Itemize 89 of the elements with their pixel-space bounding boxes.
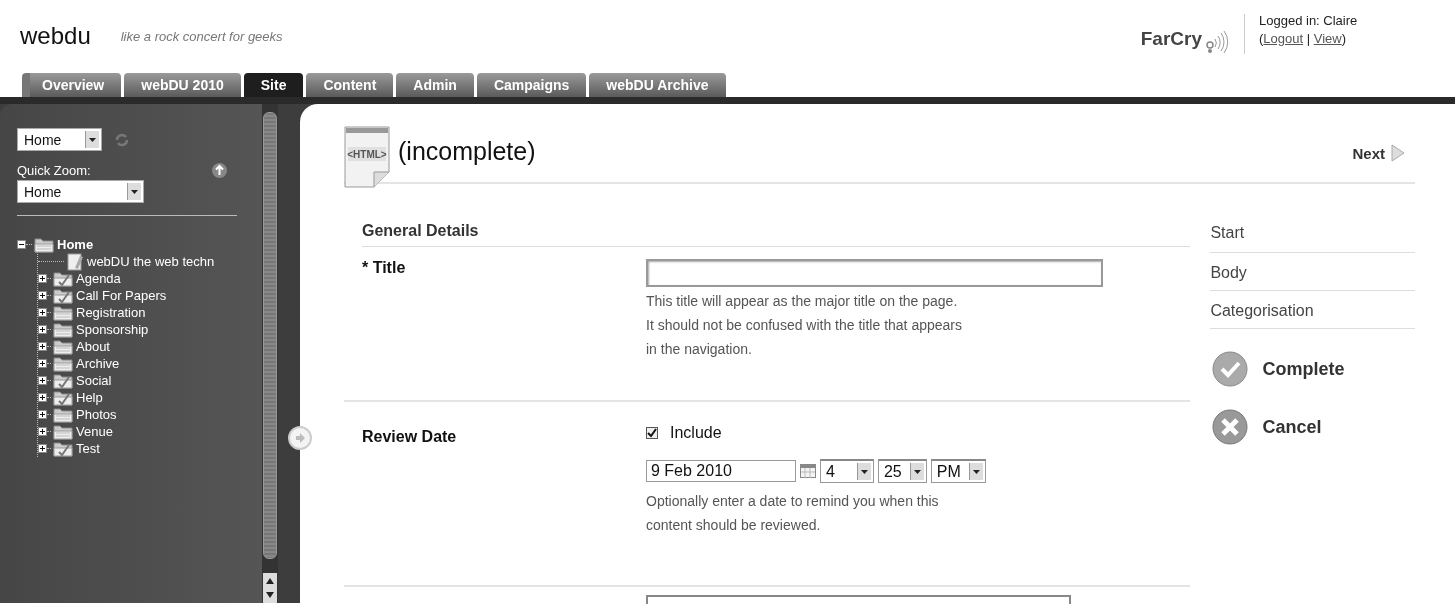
- folder-check-icon: [53, 287, 73, 304]
- expand-icon[interactable]: [38, 325, 47, 334]
- help-text: This title will appear as the major title on the page. It should not be confused with the title that appears in the navigation.: [646, 292, 963, 359]
- nav-tab[interactable]: Content: [306, 73, 394, 97]
- close-icon: [1212, 409, 1249, 445]
- folder-icon: [53, 355, 73, 372]
- tree-item[interactable]: Sponsorship: [76, 322, 149, 337]
- dropdown-caret-icon[interactable]: [127, 183, 141, 200]
- next-arrow-icon: [1391, 144, 1405, 162]
- logged-in-text: Logged in: Claire: [1259, 11, 1359, 30]
- next-button[interactable]: Next: [1352, 144, 1405, 162]
- page-title: (incomplete): [398, 137, 536, 166]
- tree-item[interactable]: Venue: [76, 424, 113, 439]
- calendar-icon[interactable]: [800, 464, 816, 478]
- collapse-icon[interactable]: [17, 240, 26, 249]
- help-text: Optionally enter a date to remind you when this content should be reviewed.: [646, 492, 940, 535]
- punctuation: ): [1341, 30, 1346, 46]
- nav-tab[interactable]: Campaigns: [476, 73, 587, 97]
- field-label: * Title: [361, 259, 407, 278]
- folder-check-icon: [53, 270, 73, 287]
- site-name[interactable]: webdu: [20, 21, 91, 50]
- punctuation: |: [1305, 30, 1312, 46]
- expand-icon[interactable]: [38, 359, 47, 368]
- wizard-step[interactable]: Categorisation: [1210, 301, 1314, 320]
- expand-icon[interactable]: [38, 410, 47, 419]
- root-select[interactable]: Home: [17, 128, 102, 151]
- tree-item[interactable]: Registration: [76, 305, 146, 320]
- folder-check-icon: [53, 389, 73, 406]
- ampm-select[interactable]: PM: [930, 459, 986, 483]
- folder-icon: [53, 304, 73, 321]
- nav-tab[interactable]: webDU 2010: [124, 73, 241, 97]
- account-link[interactable]: View: [1313, 30, 1342, 46]
- folder-check-icon: [53, 372, 73, 389]
- expand-icon[interactable]: [38, 427, 47, 436]
- complete-button[interactable]: Complete: [1212, 351, 1415, 387]
- dropdown-caret-icon[interactable]: [909, 463, 924, 480]
- expand-icon[interactable]: [38, 291, 47, 300]
- folder-icon: [53, 423, 73, 440]
- tree-item[interactable]: Social: [76, 373, 112, 388]
- checkbox-label: Include: [670, 424, 722, 442]
- account-link[interactable]: Logout: [1263, 30, 1304, 46]
- expand-icon[interactable]: [38, 308, 47, 317]
- punctuation: (: [1259, 30, 1264, 46]
- expand-icon[interactable]: [38, 376, 47, 385]
- minute-select[interactable]: 25: [877, 459, 927, 483]
- quick-zoom-label: Quick Zoom:: [17, 163, 91, 178]
- expand-icon[interactable]: [38, 274, 47, 283]
- title-input[interactable]: [646, 259, 1103, 287]
- nav-tab[interactable]: Overview: [22, 73, 122, 97]
- tree-item[interactable]: Call For Papers: [76, 288, 167, 303]
- include-checkbox[interactable]: [646, 427, 658, 439]
- logo: FarCry: [1140, 13, 1245, 54]
- wizard-step[interactable]: Start: [1210, 224, 1245, 242]
- dropdown-caret-icon[interactable]: [856, 463, 871, 480]
- cancel-button[interactable]: Cancel: [1212, 409, 1415, 445]
- tree-item[interactable]: Help: [76, 390, 103, 405]
- expand-handle[interactable]: [288, 426, 312, 450]
- dropdown-caret-icon[interactable]: [968, 463, 983, 480]
- tree-item[interactable]: Agenda: [76, 271, 121, 286]
- field-label: Review Date: [361, 428, 458, 447]
- tree-item[interactable]: Test: [76, 441, 100, 456]
- expand-icon[interactable]: [38, 444, 47, 453]
- tree-item[interactable]: Archive: [76, 356, 120, 371]
- up-arrow-icon[interactable]: [212, 163, 227, 178]
- tree-item[interactable]: About: [76, 339, 110, 354]
- expand-icon[interactable]: [38, 393, 47, 402]
- folder-icon: [53, 338, 73, 355]
- scrollbar[interactable]: [262, 104, 278, 603]
- icon-label: <HTML>: [347, 149, 387, 160]
- signal-icon: [1204, 29, 1230, 54]
- nav-tab[interactable]: Admin: [396, 73, 474, 97]
- check-icon: [1212, 351, 1249, 387]
- folder-icon: [53, 406, 73, 423]
- nav-tab[interactable]: webDU Archive: [589, 73, 726, 97]
- section-heading: General Details: [362, 222, 1191, 247]
- hour-select[interactable]: 4: [820, 459, 874, 483]
- dropdown-caret-icon[interactable]: [85, 131, 99, 148]
- date-input[interactable]: 9 Feb 2010: [646, 460, 796, 482]
- page-icon: [66, 252, 84, 271]
- quick-zoom-select[interactable]: Home: [17, 180, 144, 203]
- nav-tab[interactable]: Site: [243, 73, 304, 97]
- wizard-step[interactable]: Body: [1210, 263, 1247, 282]
- tree-item[interactable]: Home: [57, 237, 94, 252]
- tree-item[interactable]: webDU the web techn: [87, 254, 215, 269]
- tree-item[interactable]: Photos: [76, 407, 117, 422]
- folder-icon: [53, 321, 73, 338]
- folder-check-icon: [53, 440, 73, 457]
- expand-icon[interactable]: [38, 342, 47, 351]
- tagline: like a rock concert for geeks: [120, 29, 283, 44]
